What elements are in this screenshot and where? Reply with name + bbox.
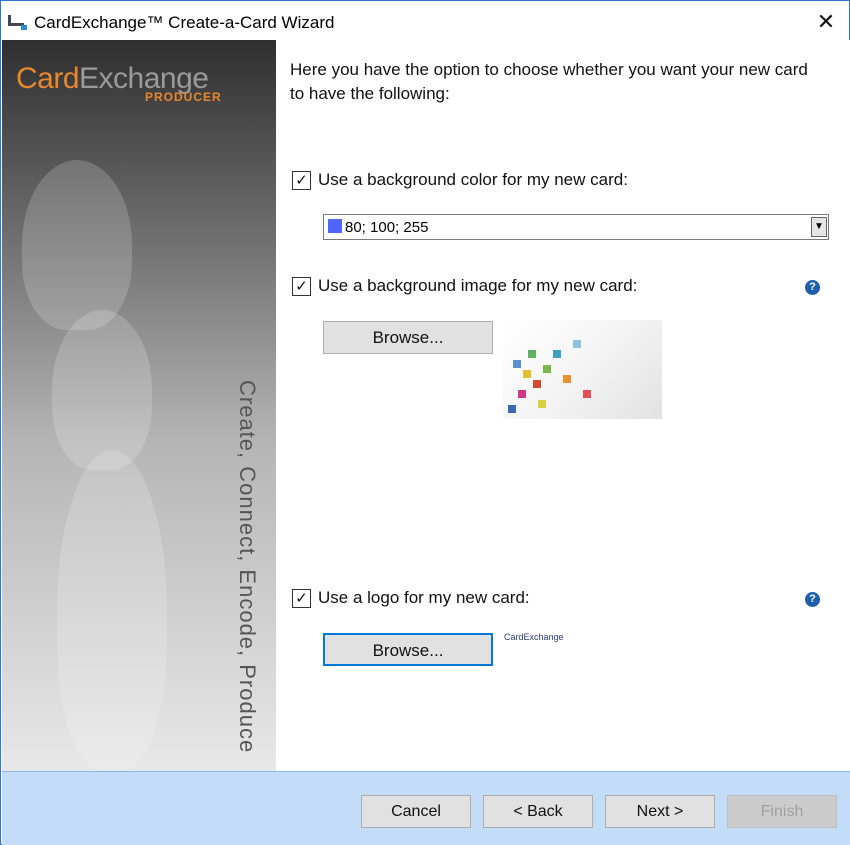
finish-button: Finish [727, 795, 837, 828]
next-button[interactable]: Next > [605, 795, 715, 828]
browse-image-button[interactable]: Browse... [323, 321, 493, 354]
back-button[interactable]: < Back [483, 795, 593, 828]
logo-preview: CardExchange [504, 632, 564, 642]
app-icon [8, 15, 27, 30]
title-bar: CardExchange™ Create-a-Card Wizard ✕ [1, 5, 849, 39]
content-panel: Here you have the option to choose wheth… [276, 40, 850, 771]
slogan: Create, Connect, Encode, Produce [235, 380, 260, 754]
person-photo [57, 450, 167, 770]
person-photo [52, 310, 152, 470]
background-image-preview [503, 320, 662, 419]
footer-bar: Cancel < Back Next > Finish [2, 771, 850, 845]
help-icon[interactable]: ? [805, 280, 820, 295]
chevron-down-icon[interactable]: ▼ [811, 217, 827, 237]
logo-subtitle: PRODUCER [145, 90, 222, 104]
window-title: CardExchange™ Create-a-Card Wizard [34, 13, 335, 32]
checkbox-checked-icon[interactable]: ✓ [292, 276, 311, 296]
logo-checkbox[interactable]: ✓ Use a logo for my new card: [292, 588, 530, 608]
bg-color-checkbox[interactable]: ✓ Use a background color for my new card: [292, 170, 628, 190]
bg-color-select[interactable]: 80; 100; 255 ▼ [323, 214, 829, 240]
checkbox-checked-icon[interactable]: ✓ [292, 588, 311, 608]
color-swatch [328, 219, 342, 233]
checkbox-checked-icon[interactable]: ✓ [292, 170, 311, 190]
sidebar-banner: CardExchange PRODUCER Create, Connect, E… [2, 40, 276, 771]
browse-logo-button[interactable]: Browse... [323, 633, 493, 666]
wizard-window: CardExchange™ Create-a-Card Wizard ✕ Car… [0, 0, 850, 845]
cancel-button[interactable]: Cancel [361, 795, 471, 828]
person-photo [22, 160, 132, 330]
help-icon[interactable]: ? [805, 592, 820, 607]
close-icon[interactable]: ✕ [803, 5, 849, 39]
intro-text: Here you have the option to choose wheth… [290, 60, 808, 103]
bg-image-checkbox[interactable]: ✓ Use a background image for my new card: [292, 276, 637, 296]
